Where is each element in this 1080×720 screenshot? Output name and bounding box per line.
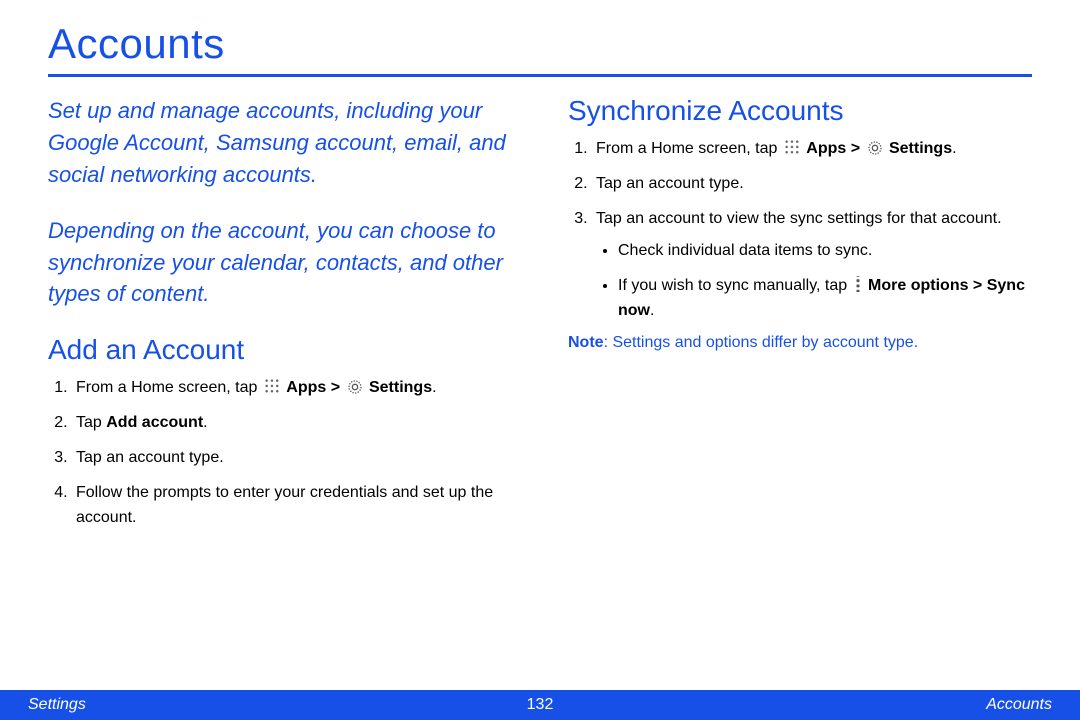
- footer-right: Accounts: [986, 696, 1052, 714]
- add-account-heading: Add an Account: [48, 334, 512, 366]
- text: From a Home screen, tap: [596, 140, 782, 157]
- sync-bullet-1: Check individual data items to sync.: [618, 239, 1032, 264]
- add-step-2: Tap Add account.: [72, 411, 512, 436]
- period: .: [650, 302, 654, 319]
- add-account-steps: From a Home screen, tap Apps > Settings.…: [48, 376, 512, 530]
- columns: Set up and manage accounts, including yo…: [48, 95, 1032, 540]
- settings-label: Settings: [369, 379, 432, 396]
- sync-step-3: Tap an account to view the sync settings…: [592, 207, 1032, 324]
- sync-steps: From a Home screen, tap Apps > Settings.…: [568, 137, 1032, 324]
- settings-label: Settings: [889, 140, 952, 157]
- more-options-icon: [854, 276, 862, 292]
- sync-step-2: Tap an account type.: [592, 172, 1032, 197]
- text: If you wish to sync manually, tap: [618, 277, 852, 294]
- settings-icon: [347, 379, 363, 395]
- apps-label: Apps >: [286, 379, 344, 396]
- apps-icon: [784, 139, 800, 155]
- add-step-4: Follow the prompts to enter your credent…: [72, 481, 512, 531]
- intro-paragraph-1: Set up and manage accounts, including yo…: [48, 95, 512, 191]
- page-title: Accounts: [48, 20, 1032, 68]
- add-account-label: Add account: [106, 414, 203, 431]
- add-step-1: From a Home screen, tap Apps > Settings.: [72, 376, 512, 401]
- sync-heading: Synchronize Accounts: [568, 95, 1032, 127]
- period: .: [203, 414, 207, 431]
- note-label: Note: [568, 334, 604, 351]
- manual-page: Accounts Set up and manage accounts, inc…: [0, 0, 1080, 720]
- title-rule: [48, 74, 1032, 77]
- note-text: : Settings and options differ by account…: [604, 334, 919, 351]
- text: Tap: [76, 414, 106, 431]
- left-column: Set up and manage accounts, including yo…: [48, 95, 512, 540]
- sync-step-1: From a Home screen, tap Apps > Settings.: [592, 137, 1032, 162]
- period: .: [952, 140, 956, 157]
- footer: Settings 132 Accounts: [0, 690, 1080, 720]
- apps-icon: [264, 378, 280, 394]
- text: Tap an account to view the sync settings…: [596, 210, 1002, 227]
- period: .: [432, 379, 436, 396]
- right-column: Synchronize Accounts From a Home screen,…: [568, 95, 1032, 540]
- apps-label: Apps >: [806, 140, 864, 157]
- add-step-3: Tap an account type.: [72, 446, 512, 471]
- text: From a Home screen, tap: [76, 379, 262, 396]
- note: Note: Settings and options differ by acc…: [568, 334, 1032, 352]
- sync-bullets: Check individual data items to sync. If …: [596, 239, 1032, 323]
- sync-bullet-2: If you wish to sync manually, tap More o…: [618, 274, 1032, 324]
- footer-left: Settings: [28, 696, 86, 714]
- footer-page-number: 132: [527, 696, 554, 714]
- settings-icon: [867, 140, 883, 156]
- intro-paragraph-2: Depending on the account, you can choose…: [48, 215, 512, 311]
